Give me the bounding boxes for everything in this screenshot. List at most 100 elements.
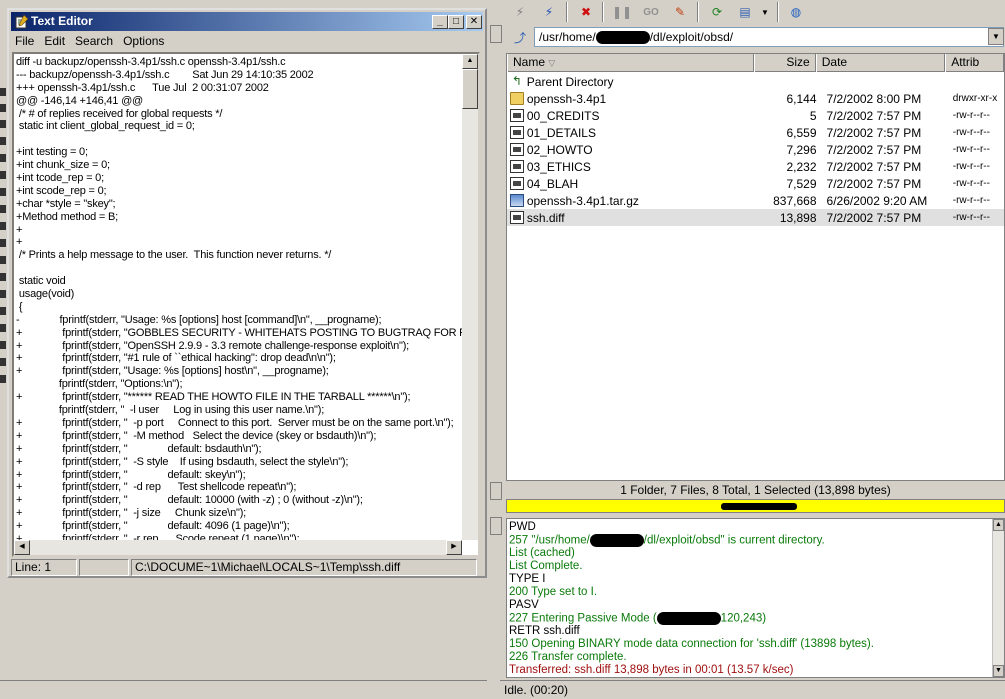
text-editor-window[interactable]: Text Editor _ □ ✕ File Edit Search Optio…: [7, 8, 487, 578]
splitter-button[interactable]: [490, 482, 502, 500]
code-line: + fprintf(stderr, " -j size Chunk size\n…: [16, 507, 247, 520]
view-icon[interactable]: ▤: [733, 1, 757, 23]
close-button[interactable]: ✕: [466, 15, 482, 29]
file-list-header: Name ▽ Size Date Attrib: [507, 54, 1004, 72]
code-line: + fprintf(stderr, " -M method Select the…: [16, 429, 377, 442]
sort-arrow-icon: ▽: [548, 58, 556, 68]
log-text: 120,243): [720, 612, 767, 625]
view-dropdown-icon[interactable]: ▼: [758, 1, 772, 23]
code-line: static int client_global_request_id = 0;: [16, 120, 195, 133]
file-attrib: -rw-r--r--: [952, 144, 990, 155]
disconnect-icon[interactable]: ✖: [574, 1, 598, 23]
log-line: 226 Transfer complete.: [509, 651, 1002, 664]
left-pane-item-marker: [0, 358, 6, 366]
scroll-up-icon[interactable]: ▲: [462, 54, 478, 69]
address-input[interactable]: /usr/home/ /dl/exploit/obsd/: [534, 27, 1004, 47]
editor-horizontal-scrollbar[interactable]: ◀ ▶: [14, 540, 462, 555]
folder-up-icon[interactable]: ⤴: [508, 26, 532, 48]
log-line: RETR ssh.diff: [509, 625, 1002, 638]
column-header-attrib[interactable]: Attrib: [945, 54, 1004, 72]
log-line: List (cached): [509, 547, 1002, 560]
scroll-right-icon[interactable]: ▶: [446, 540, 462, 555]
left-pane-item-marker: [0, 239, 6, 247]
splitter-button[interactable]: [490, 25, 502, 43]
minimize-button[interactable]: _: [432, 15, 448, 29]
quick-connect-icon[interactable]: ⚡: [537, 1, 561, 23]
scroll-thumb[interactable]: [462, 69, 478, 109]
column-header-size[interactable]: Size: [753, 54, 816, 72]
document-icon: [510, 211, 524, 224]
remote-file-list[interactable]: Name ▽ Size Date Attrib ↰ Parent Director…: [506, 53, 1005, 481]
file-row[interactable]: openssh-3.4p1.tar.gz 837,668 6/26/2002 9:2…: [507, 192, 1004, 209]
left-pane-item-marker: [0, 256, 6, 264]
log-text: List Complete.: [509, 560, 583, 572]
menu-search[interactable]: Search: [71, 32, 119, 51]
file-row[interactable]: 02_HOWTO 7,296 7/2/2002 7:57 PM -rw-r--r--: [507, 141, 1004, 158]
left-pane-item-marker: [0, 324, 6, 332]
scroll-up-icon[interactable]: ▲: [993, 519, 1004, 531]
document-icon: [510, 109, 524, 122]
file-date: 7/2/2002 7:57 PM: [826, 142, 922, 157]
file-name: 02_HOWTO: [526, 142, 593, 157]
file-row[interactable]: 04_BLAH 7,529 7/2/2002 7:57 PM -rw-r--r--: [507, 175, 1004, 192]
log-line: 227 Entering Passive Mode (120,243): [509, 612, 1002, 625]
chevron-down-icon[interactable]: ▼: [988, 28, 1004, 45]
file-row[interactable]: openssh-3.4p1 6,144 7/2/2002 8:00 PM drwxr-…: [507, 90, 1004, 107]
menu-options[interactable]: Options: [119, 32, 170, 51]
left-pane-item-marker: [0, 171, 6, 179]
column-header-name[interactable]: Name ▽: [507, 54, 754, 72]
go-icon[interactable]: GO: [639, 1, 663, 23]
code-line: +int tcode_rep = 0;: [16, 172, 104, 185]
file-size: 5: [809, 108, 817, 123]
log-text: 150 Opening BINARY mode data connection …: [509, 638, 874, 650]
file-row[interactable]: 03_ETHICS 2,232 7/2/2002 7:57 PM -rw-r--r--: [507, 158, 1004, 175]
file-date: 7/2/2002 7:57 PM: [826, 159, 922, 174]
code-line: +int chunk_size = 0;: [16, 159, 110, 172]
code-line: /* # of replies received for global requ…: [16, 107, 223, 120]
code-line: - fprintf(stderr, "Usage: %s [options] h…: [16, 313, 382, 326]
file-attrib: -rw-r--r--: [952, 110, 990, 121]
column-header-date[interactable]: Date: [815, 54, 946, 72]
file-attrib: -rw-r--r--: [952, 161, 990, 172]
skip-icon[interactable]: ✎: [668, 1, 692, 23]
code-line: + fprintf(stderr, " -S style If using bs…: [16, 455, 349, 468]
column-header-label: Name: [513, 55, 546, 69]
editor-vertical-scrollbar[interactable]: ▲: [462, 54, 478, 540]
editor-text-area[interactable]: diff -u backupz/openssh-3.4p1/ssh.c open…: [12, 52, 480, 557]
scroll-left-icon[interactable]: ◀: [14, 540, 30, 555]
transfer-progress: [506, 499, 1005, 513]
code-line: diff -u backupz/openssh-3.4p1/ssh.c open…: [16, 56, 286, 68]
pane-splitter[interactable]: [487, 0, 503, 699]
file-row[interactable]: 01_DETAILS 6,559 7/2/2002 7:57 PM -rw-r--r-…: [507, 124, 1004, 141]
menu-edit[interactable]: Edit: [40, 32, 71, 51]
code-line: + fprintf(stderr, " -r rep Scode repeat …: [16, 532, 300, 540]
globe-icon[interactable]: ◍: [784, 1, 808, 23]
left-pane-item-marker: [0, 222, 6, 230]
file-row[interactable]: 00_CREDITS 5 7/2/2002 7:57 PM -rw-r--r--: [507, 107, 1004, 124]
log-scrollbar[interactable]: ▲ ▼: [992, 519, 1004, 677]
left-pane-item-marker: [0, 375, 6, 383]
file-name: openssh-3.4p1.tar.gz: [526, 193, 639, 208]
log-text: PWD: [509, 521, 536, 533]
code-line: + fprintf(stderr, "#1 rule of ``ethical …: [16, 352, 336, 365]
redacted-mark: [721, 503, 797, 510]
splitter-button[interactable]: [490, 517, 502, 535]
file-row[interactable]: ↰ Parent Directory: [507, 73, 1004, 90]
maximize-button[interactable]: □: [448, 15, 464, 29]
scroll-down-icon[interactable]: ▼: [993, 665, 1004, 677]
code-line: +int scode_rep = 0;: [16, 184, 107, 197]
pause-icon[interactable]: ❚❚: [610, 1, 634, 23]
editor-title-bar[interactable]: Text Editor _ □ ✕: [11, 12, 483, 31]
code-line: +char *style = "skey";: [16, 197, 116, 210]
line-indicator: Line: 1: [11, 559, 77, 576]
ftp-log[interactable]: PWD 257 "/usr/home/ /dl/exploit/obsd" is c…: [506, 518, 1005, 678]
refresh-icon[interactable]: ⟳: [705, 1, 729, 23]
address-bar: ⤴ /usr/home/ /dl/exploit/obsd/ ▼: [506, 25, 1005, 49]
file-attrib: -rw-r--r--: [952, 178, 990, 189]
status-pane-empty: [79, 559, 129, 576]
file-row[interactable]: ssh.diff 13,898 7/2/2002 7:57 PM -rw-r--r--: [507, 209, 1004, 226]
menu-file[interactable]: File: [11, 32, 40, 51]
file-attrib: drwxr-xr-x: [952, 93, 998, 104]
connect-icon[interactable]: ⚡: [508, 1, 532, 23]
